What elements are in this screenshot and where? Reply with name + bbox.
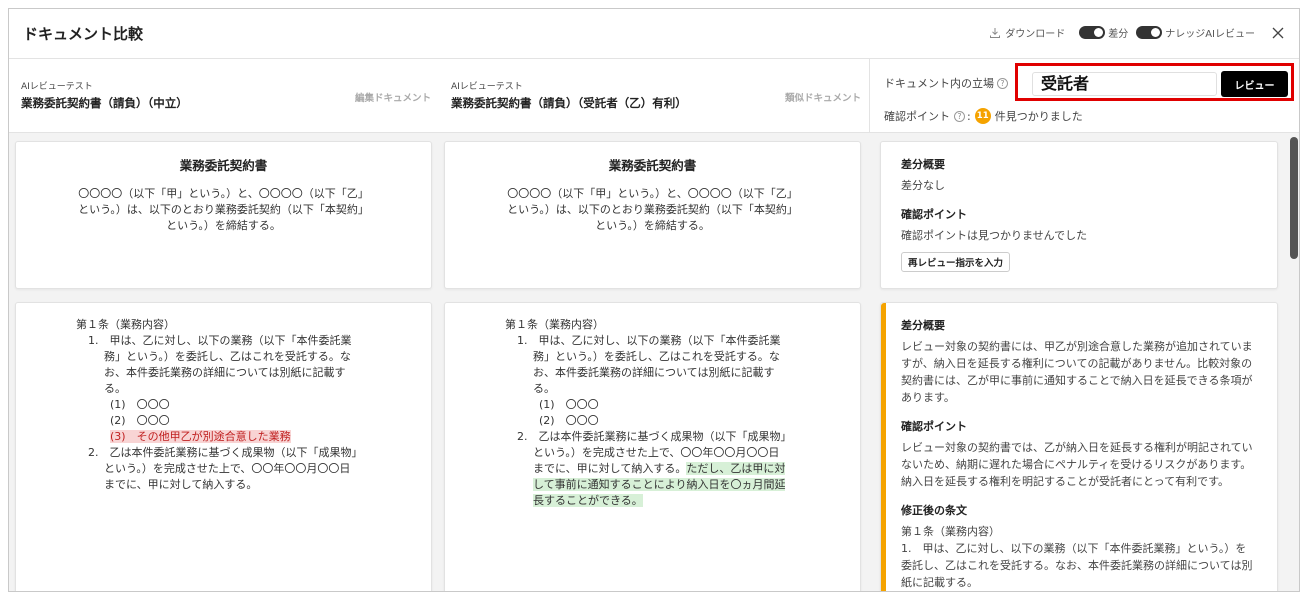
- close-icon: [1272, 27, 1284, 38]
- position-label-text: ドキュメント内の立場: [884, 77, 994, 90]
- header-bar: ドキュメント比較 ダウンロード 差分 ナレッジAIレビュー: [9, 9, 1299, 59]
- article-text: 第１条（業務内容） 1. 甲は、乙に対し、以下の業務（以下「本件委託業 務」とい…: [445, 303, 805, 509]
- article-line: までに、甲に対して納入する。: [533, 462, 687, 475]
- article-line: 1. 甲は、乙に対し、以下の業務（以下「本件委託業: [88, 334, 352, 347]
- doc-role-tag: 編集ドキュメント: [354, 93, 431, 104]
- revised-clause-title: 第１条（業務内容）: [901, 525, 1000, 538]
- download-button[interactable]: ダウンロード: [989, 25, 1065, 40]
- check-points-text: 確認ポイントは見つかりませんでした: [901, 229, 1088, 242]
- position-label: ドキュメント内の立場 ?: [884, 75, 1008, 91]
- article-item: (2) 〇〇〇: [539, 414, 599, 427]
- edit-doc-preamble-card: 業務委託契約書 〇〇〇〇（以下「甲」という。）と、〇〇〇〇（以下「乙」という。）…: [15, 141, 432, 289]
- download-icon: [990, 27, 1001, 38]
- close-button[interactable]: [1271, 26, 1285, 40]
- article-line: 務」という。）を委託し、乙はこれを受託する。な: [104, 350, 351, 363]
- check-points-heading: 確認ポイント: [901, 208, 967, 221]
- doc-role-tag: 類似ドキュメント: [784, 93, 861, 104]
- knowledge-toggle-switch[interactable]: [1136, 26, 1163, 39]
- header-actions: ダウンロード 差分 ナレッジAIレビュー: [989, 25, 1285, 40]
- article-line: お、本件委託業務の詳細については別紙に記載す: [533, 366, 775, 379]
- document-header-row: AIレビューテスト 業務委託契約書（請負）（中立） 編集ドキュメント AIレビュ…: [9, 59, 869, 133]
- edit-document-header: AIレビューテスト 業務委託契約書（請負）（中立） 編集ドキュメント: [21, 79, 441, 111]
- page-title: ドキュメント比較: [23, 25, 144, 43]
- points-count-badge: 11: [974, 108, 991, 124]
- revised-clause-heading: 修正後の条文: [901, 504, 967, 517]
- highlight-box: [1015, 63, 1294, 101]
- article-line: る。: [533, 382, 555, 395]
- help-icon[interactable]: ?: [954, 110, 965, 122]
- review-card-article: 差分概要 レビュー対象の契約書には、甲乙が別途合意した業務が追加されていますが、…: [880, 302, 1278, 591]
- diff-summary-heading: 差分概要: [901, 319, 945, 332]
- points-suffix: 件見つかりました: [994, 110, 1083, 123]
- doc-preamble: 〇〇〇〇（以下「甲」という。）と、〇〇〇〇（以下「乙」という。）は、以下のとおり…: [507, 187, 798, 232]
- similar-doc-article-card: 第１条（業務内容） 1. 甲は、乙に対し、以下の業務（以下「本件委託業 務」とい…: [444, 302, 861, 591]
- diff-toggle-switch[interactable]: [1079, 26, 1106, 39]
- added-diff-text: ただし、乙は甲に対: [686, 462, 786, 475]
- article-line: お、本件委託業務の詳細については別紙に記載す: [104, 366, 346, 379]
- re-review-input-button[interactable]: 再レビュー指示を入力: [901, 252, 1011, 272]
- article-line: 務」という。）を委託し、乙はこれを受託する。な: [533, 350, 780, 363]
- article-item: (2) 〇〇〇: [110, 414, 170, 427]
- article-heading: 第１条（業務内容）: [505, 318, 604, 331]
- diff-summary-text: 差分なし: [901, 179, 945, 192]
- doc-title: 業務委託契約書: [179, 158, 268, 173]
- diff-toggle-label: 差分: [1108, 29, 1129, 40]
- check-points-text: レビュー対象の契約書では、乙が納入日を延長する権利が明記されていないため、納期に…: [901, 441, 1253, 488]
- article-line: までに、甲に対して納入する。: [104, 478, 258, 491]
- knowledge-toggle-label: ナレッジAIレビュー: [1165, 29, 1255, 40]
- review-panel-header: ドキュメント内の立場 ? 受託者 レビュー 確認ポイント ? : 11 件見つか…: [869, 59, 1299, 133]
- document-compare-window: ドキュメント比較 ダウンロード 差分 ナレッジAIレビュー AIレビューテスト …: [8, 8, 1300, 592]
- doc-title: 業務委託契約書: [608, 158, 697, 173]
- attention-bar: [881, 303, 886, 591]
- edit-doc-article-card: 第１条（業務内容） 1. 甲は、乙に対し、以下の業務（以下「本件委託業 務」とい…: [15, 302, 432, 591]
- deleted-diff-item: (3) その他甲乙が別途合意した業務: [110, 430, 291, 443]
- added-diff-text: 長することができる。: [533, 494, 643, 507]
- download-label: ダウンロード: [1005, 29, 1066, 40]
- compare-body: 業務委託契約書 〇〇〇〇（以下「甲」という。）と、〇〇〇〇（以下「乙」という。）…: [9, 133, 1299, 591]
- similar-document-header: AIレビューテスト 業務委託契約書（請負）（受託者（乙）有利） 類似ドキュメント: [451, 79, 871, 111]
- scrollbar-thumb[interactable]: [1290, 137, 1298, 259]
- points-summary: 確認ポイント ? : 11 件見つかりました: [884, 108, 1083, 124]
- diff-summary-heading: 差分概要: [901, 158, 945, 171]
- article-line: る。: [104, 382, 126, 395]
- article-line: 2. 乙は本件委託業務に基づく成果物（以下「成果物」: [517, 430, 792, 443]
- article-item: (1) 〇〇〇: [539, 398, 599, 411]
- points-label: 確認ポイント: [884, 110, 950, 123]
- article-line: 1. 甲は、乙に対し、以下の業務（以下「本件委託業: [517, 334, 781, 347]
- article-line: という。）を完成させた上で、〇〇年〇〇月〇〇日: [104, 462, 351, 475]
- added-diff-text: して事前に通知することにより納入日を〇ヵ月間延: [533, 478, 786, 491]
- scrollbar[interactable]: [1289, 133, 1299, 591]
- help-icon[interactable]: ?: [997, 77, 1008, 89]
- check-points-heading: 確認ポイント: [901, 420, 967, 433]
- knowledge-review-toggle[interactable]: ナレッジAIレビュー: [1136, 25, 1255, 40]
- article-line: 2. 乙は本件委託業務に基づく成果物（以下「成果物」: [88, 446, 363, 459]
- article-heading: 第１条（業務内容）: [76, 318, 175, 331]
- article-text: 第１条（業務内容） 1. 甲は、乙に対し、以下の業務（以下「本件委託業 務」とい…: [16, 303, 376, 493]
- similar-doc-preamble-card: 業務委託契約書 〇〇〇〇（以下「甲」という。）と、〇〇〇〇（以下「乙」という。）…: [444, 141, 861, 289]
- article-item: (1) 〇〇〇: [110, 398, 170, 411]
- doc-preamble: 〇〇〇〇（以下「甲」という。）と、〇〇〇〇（以下「乙」という。）は、以下のとおり…: [78, 187, 369, 232]
- diff-summary-text: レビュー対象の契約書には、甲乙が別途合意した業務が追加されていますが、納入日を延…: [901, 340, 1253, 404]
- review-card-preamble: 差分概要 差分なし 確認ポイント 確認ポイントは見つかりませんでした 再レビュー…: [880, 141, 1278, 289]
- revised-clause-text: 1. 甲は、乙に対し、以下の業務（以下「本件委託業務」という。）を委託し、乙はこ…: [901, 542, 1253, 589]
- article-line: という。）を完成させた上で、〇〇年〇〇月〇〇日: [533, 446, 780, 459]
- diff-toggle[interactable]: 差分: [1079, 25, 1128, 40]
